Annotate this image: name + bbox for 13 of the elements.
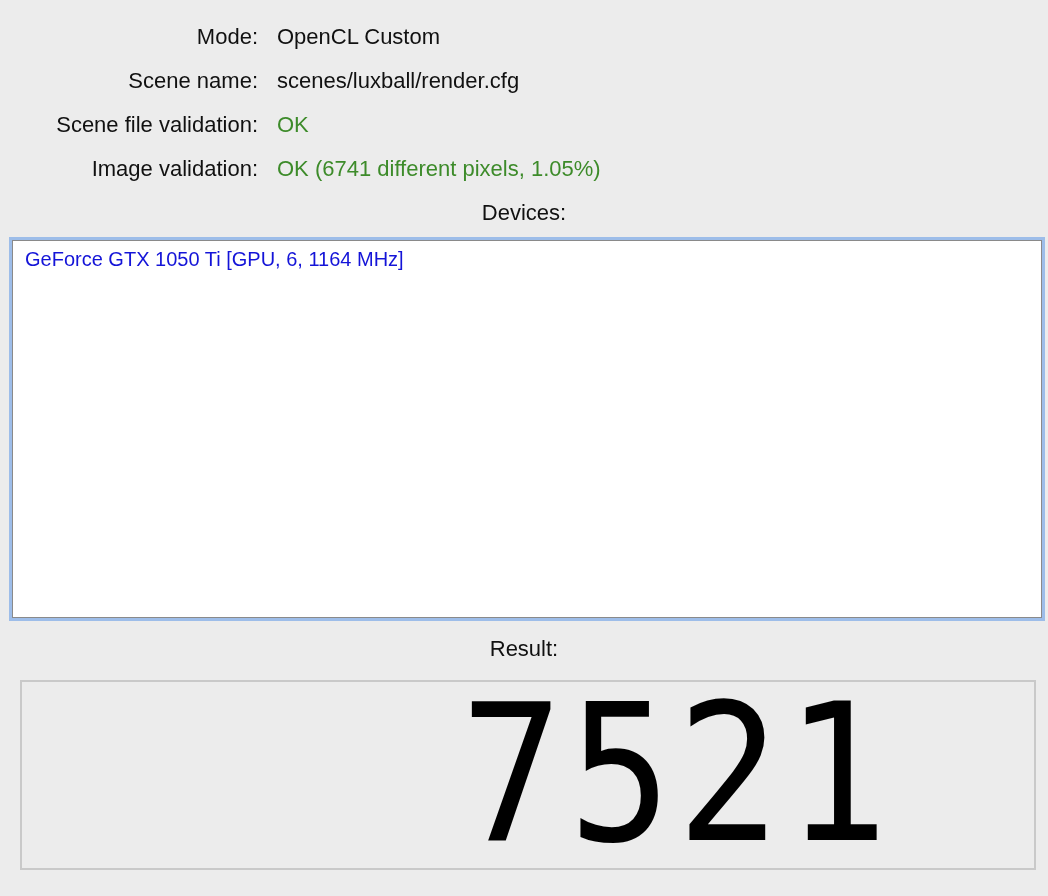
field-value: OK (6741 different pixels, 1.05%) bbox=[277, 156, 602, 182]
device-list[interactable]: GeForce GTX 1050 Ti [GPU, 6, 1164 MHz] bbox=[12, 240, 1042, 618]
result-heading: Result: bbox=[489, 636, 559, 662]
field-label: Scene file validation: bbox=[55, 112, 258, 138]
field-value: OK bbox=[277, 112, 310, 138]
field-label: Mode: bbox=[195, 24, 258, 50]
field-value: scenes/luxball/render.cfg bbox=[277, 68, 521, 94]
field-label: Scene name: bbox=[127, 68, 258, 94]
device-item[interactable]: GeForce GTX 1050 Ti [GPU, 6, 1164 MHz] bbox=[25, 247, 404, 271]
score-value: 7521 bbox=[460, 685, 894, 865]
field-label: Image validation: bbox=[90, 156, 258, 182]
field-value: OpenCL Custom bbox=[277, 24, 442, 50]
devices-heading: Devices: bbox=[481, 200, 567, 226]
